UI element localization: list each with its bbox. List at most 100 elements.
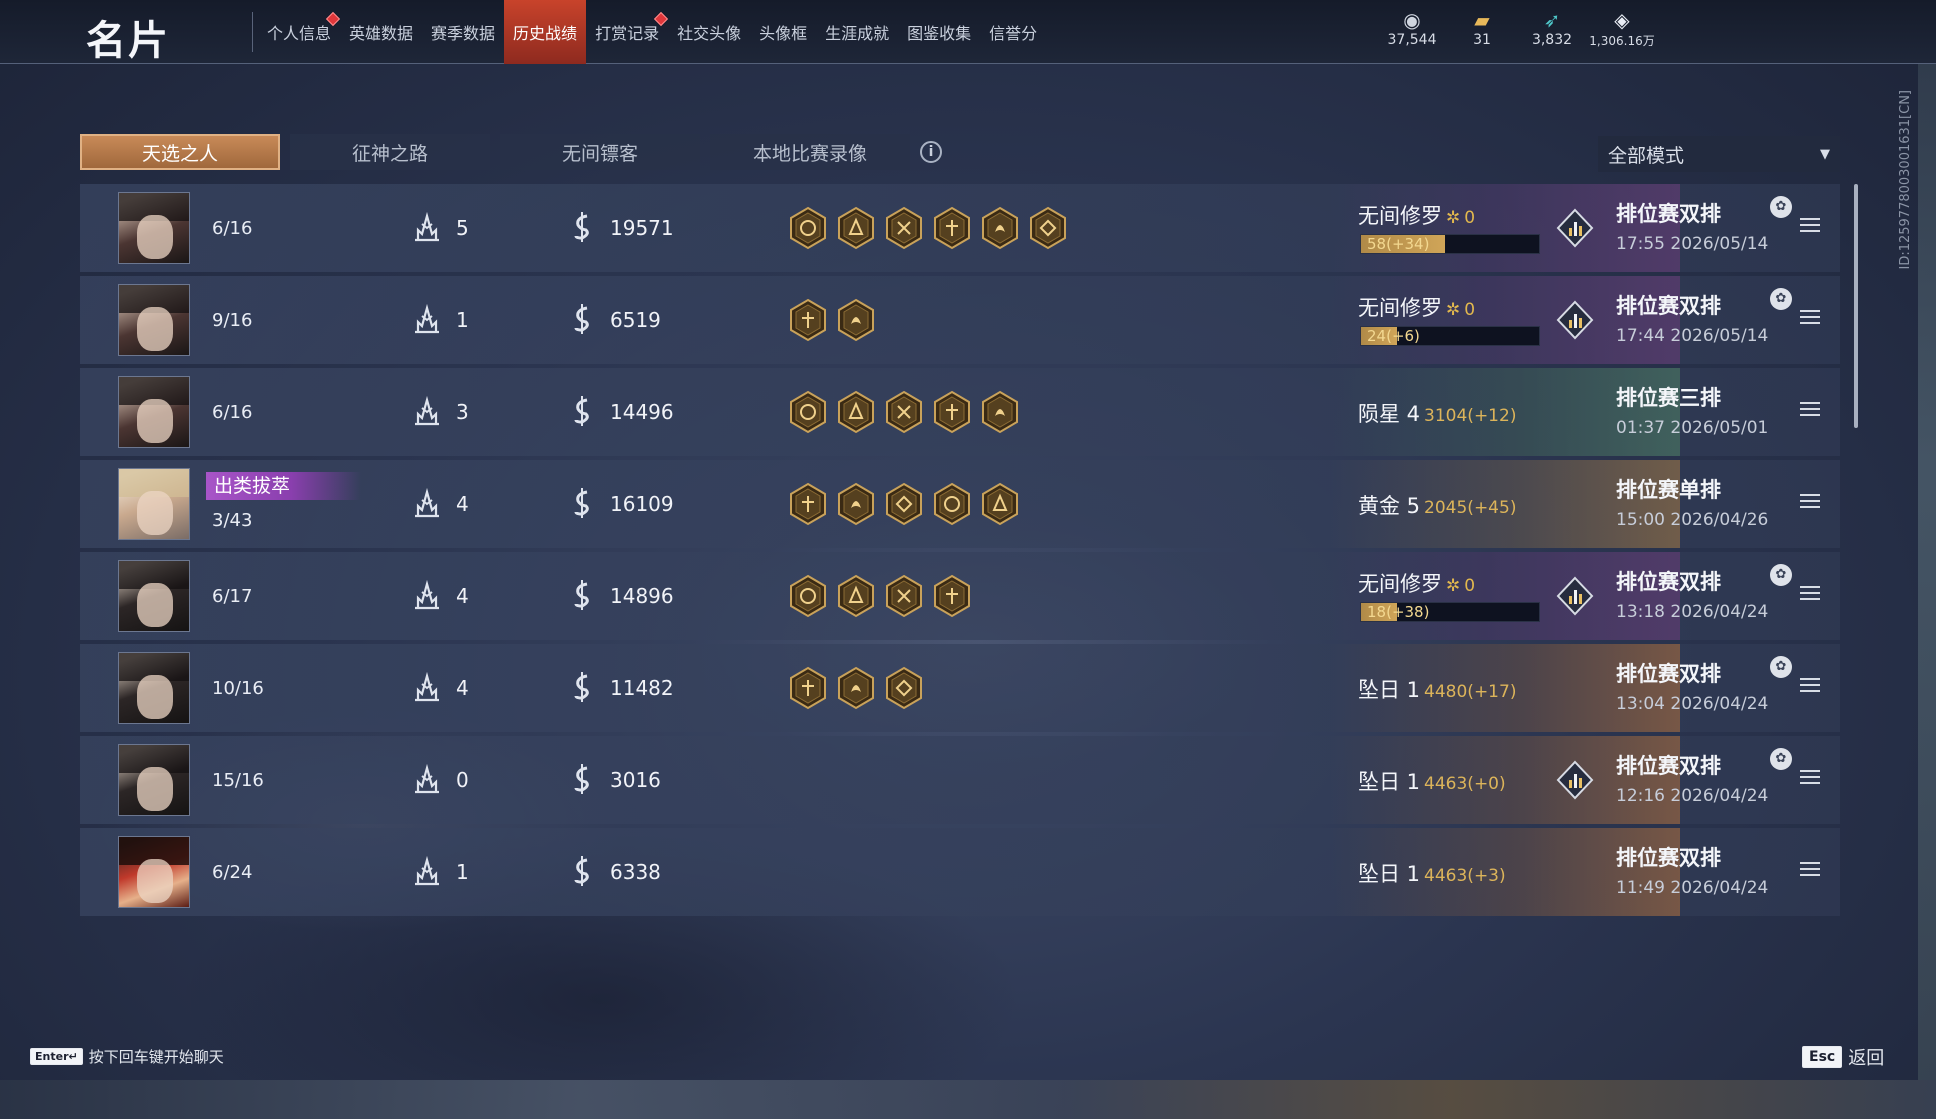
nav-tab[interactable]: 图鉴收集 — [898, 0, 980, 64]
rank-stats-icon[interactable] — [1556, 576, 1594, 616]
mode-filter-select[interactable]: 全部模式 ▼ — [1598, 136, 1840, 172]
placing-text: 6/16 — [212, 218, 253, 239]
nav-tab[interactable]: 社交头像 — [668, 0, 750, 64]
rank-score: 4463(+3) — [1424, 866, 1506, 886]
match-row[interactable]: 10/16 4 11482 坠日 1 4480(+17) 排位赛双排 13:04 2026/… — [80, 644, 1840, 732]
rank-score: 4480(+17) — [1424, 682, 1517, 702]
match-row[interactable]: 15/16 0 3016 坠日 1 4463(+0) 排位赛双排 12:16 2026/04… — [80, 736, 1840, 824]
achievement-badge-icon[interactable] — [836, 390, 876, 434]
currency-value: 31 — [1473, 32, 1491, 48]
kills-icon — [410, 578, 444, 612]
list-detail-icon[interactable] — [1800, 310, 1820, 326]
nav-tab[interactable]: 信誉分 — [980, 0, 1046, 64]
achievement-badge-icon[interactable] — [884, 482, 924, 526]
achievement-badge-icon[interactable] — [836, 206, 876, 250]
rank-score: 2045(+45) — [1424, 498, 1517, 518]
achievement-badge-icon[interactable] — [836, 482, 876, 526]
list-detail-icon[interactable] — [1800, 678, 1820, 694]
rank-score: 4463(+0) — [1424, 774, 1506, 794]
list-detail-icon[interactable] — [1800, 494, 1820, 510]
nav-tab[interactable]: 个人信息 — [258, 0, 341, 64]
rank-star-count: 0 — [1464, 208, 1476, 228]
filter-tab[interactable]: 无间镖客 — [500, 134, 700, 170]
achievement-badge-icon[interactable] — [788, 390, 828, 434]
achievement-badge-icon[interactable] — [788, 206, 828, 250]
match-history-list: 6/16 5 19571 无间修罗 ✲ 0 58(+34) 排位赛双排 17:55 2026/0… — [80, 184, 1840, 920]
achievement-badge-icon[interactable] — [980, 390, 1020, 434]
achievement-badge-icon[interactable] — [980, 206, 1020, 250]
match-row[interactable]: 9/16 1 6519 无间修罗 ✲ 0 24(+6) 排位赛双排 17:44 2026/05/… — [80, 276, 1840, 364]
list-detail-icon[interactable] — [1800, 402, 1820, 418]
match-time: 13:18 2026/04/24 — [1616, 602, 1769, 622]
nav-tab[interactable]: 生涯成就 — [816, 0, 898, 64]
party-icon: ✿ — [1770, 288, 1792, 310]
damage-value: 6338 — [610, 860, 661, 884]
achievement-badge-icon[interactable] — [884, 206, 924, 250]
placing-text: 6/24 — [212, 862, 253, 883]
list-detail-icon[interactable] — [1800, 770, 1820, 786]
damage-value: 11482 — [610, 676, 674, 700]
achievement-badge-icon[interactable] — [932, 390, 972, 434]
placing-text: 3/43 — [212, 510, 253, 531]
chevron-down-icon: ▼ — [1820, 146, 1830, 162]
achievement-badge-icon[interactable] — [884, 574, 924, 618]
page-title: 名片 — [86, 18, 170, 64]
nav-tab[interactable]: 打赏记录 — [586, 0, 669, 64]
rank-tier: 无间修罗 ✲ 0 — [1358, 568, 1475, 598]
list-detail-icon[interactable] — [1800, 862, 1820, 878]
filter-tab[interactable]: 天选之人 — [80, 134, 280, 170]
ticket-icon: ▰ — [1474, 8, 1490, 32]
currency-value: 1,306.16万 — [1589, 34, 1655, 48]
achievement-badge-icon[interactable] — [788, 574, 828, 618]
placing-text: 10/16 — [212, 678, 264, 699]
match-time: 01:37 2026/05/01 — [1616, 418, 1769, 438]
achievement-badge-icon[interactable] — [884, 666, 924, 710]
match-row[interactable]: 出类拔萃 3/43 4 16109 黄金 5 2045(+45) 排位赛单排 15:00 20… — [80, 460, 1840, 548]
rank-stats-icon[interactable] — [1556, 300, 1594, 340]
list-scrollbar[interactable] — [1854, 184, 1858, 428]
back-button[interactable]: Esc 返回 — [1802, 1044, 1884, 1070]
rank-tier: 陨星 4 3104(+12) — [1358, 398, 1516, 428]
achievement-badge-icon[interactable] — [932, 206, 972, 250]
achievement-badge-icon[interactable] — [932, 482, 972, 526]
filter-tab[interactable]: 征神之路 — [290, 134, 490, 170]
rank-stats-icon[interactable] — [1556, 208, 1594, 248]
match-row[interactable]: 6/17 4 14896 无间修罗 ✲ 0 18(+38) 排位赛双排 13:18 2026/0… — [80, 552, 1840, 640]
hero-avatar — [118, 468, 190, 540]
rank-progress-bar: 24(+6) — [1360, 326, 1540, 346]
match-time: 12:16 2026/04/24 — [1616, 786, 1769, 806]
match-row[interactable]: 6/24 1 6338 坠日 1 4463(+3) 排位赛双排 11:49 2026/04/… — [80, 828, 1840, 916]
avatar-face — [137, 307, 173, 351]
rank-progress-bar: 18(+38) — [1360, 602, 1540, 622]
filter-tab[interactable]: 本地比赛录像 — [710, 134, 910, 170]
avatar-face — [137, 583, 173, 627]
achievement-badge-icon[interactable] — [788, 482, 828, 526]
list-detail-icon[interactable] — [1800, 586, 1820, 602]
achievement-badge-icon[interactable] — [980, 482, 1020, 526]
achievement-badge-icon[interactable] — [836, 574, 876, 618]
nav-tab[interactable]: 英雄数据 — [340, 0, 422, 64]
achievement-badge-icon[interactable] — [1028, 206, 1068, 250]
match-row[interactable]: 6/16 3 14496 陨星 4 3104(+12) 排位赛三排 01:37 2026/0… — [80, 368, 1840, 456]
achievement-badge-icon[interactable] — [932, 574, 972, 618]
match-row[interactable]: 6/16 5 19571 无间修罗 ✲ 0 58(+34) 排位赛双排 17:55 2026/0… — [80, 184, 1840, 272]
damage-icon — [570, 210, 594, 244]
match-time: 15:00 2026/04/26 — [1616, 510, 1769, 530]
chat-hint: Enter↵ 按下回车键开始聊天 — [30, 1046, 224, 1067]
nav-tab[interactable]: 历史战绩 — [504, 0, 587, 64]
achievement-badge-icon[interactable] — [788, 298, 828, 342]
list-detail-icon[interactable] — [1800, 218, 1820, 234]
info-icon[interactable]: i — [920, 141, 942, 163]
kills-value: 4 — [456, 676, 469, 700]
achievement-badge-icon[interactable] — [884, 390, 924, 434]
kills-icon — [410, 394, 444, 428]
damage-icon — [570, 854, 594, 888]
nav-tab[interactable]: 头像框 — [750, 0, 816, 64]
achievement-badge-icon[interactable] — [836, 666, 876, 710]
rank-star-icon: ✲ — [1446, 208, 1461, 228]
nav-tab[interactable]: 赛季数据 — [422, 0, 504, 64]
achievement-badge-icon[interactable] — [788, 666, 828, 710]
achievement-badge-icon[interactable] — [836, 298, 876, 342]
kills-icon — [410, 302, 444, 336]
rank-stats-icon[interactable] — [1556, 760, 1594, 800]
